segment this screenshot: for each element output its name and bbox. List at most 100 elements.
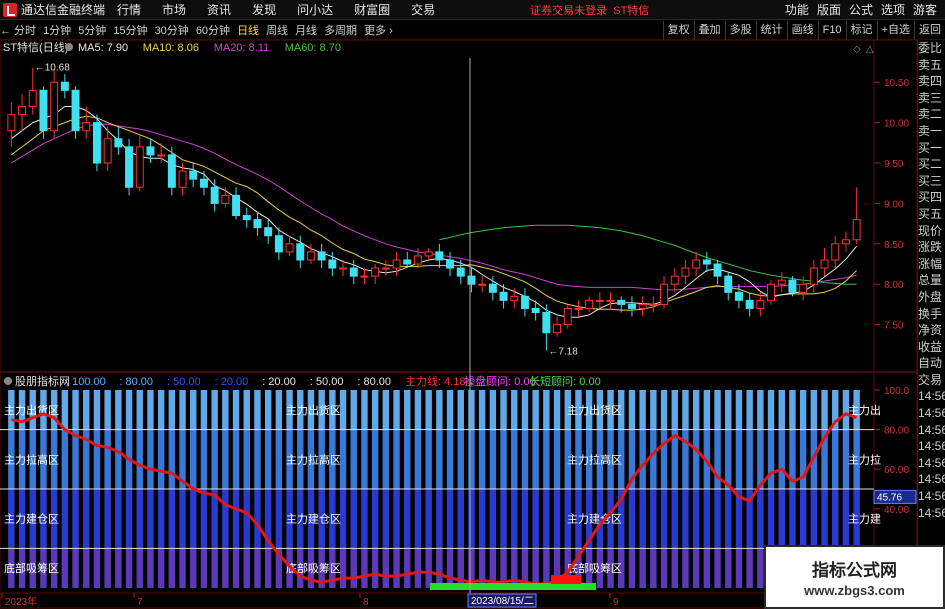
chart-tool-button[interactable]: 统计 [755, 20, 787, 40]
zone-column [511, 548, 518, 588]
chart-tool-button[interactable]: 返回 [914, 20, 945, 40]
zone-column [692, 489, 700, 549]
zone-column [639, 390, 646, 430]
period-tab[interactable]: 周线 [266, 22, 288, 38]
period-tab[interactable]: ← 分时 [0, 22, 36, 38]
zone-column [404, 429, 411, 489]
zone-column [767, 489, 775, 549]
menu-item-formula[interactable]: 公式 [849, 1, 873, 18]
kline-chart[interactable]: ST特信(日线) MA5: 7.90 MA10: 8.06 MA20: 8.11 MA6… [0, 40, 917, 609]
time-tick-label: 2023年 [5, 595, 37, 608]
chart-tool-button[interactable]: 画线 [786, 20, 818, 40]
zone-column [832, 489, 839, 549]
menu-item-options[interactable]: 选项 [881, 1, 905, 18]
menu-item-quotes[interactable]: 行情 [117, 1, 141, 18]
menu-item-market[interactable]: 市场 [162, 1, 186, 18]
indicator-param: 操盘顾问: 0.00 [464, 374, 536, 388]
indicator-param: : 80.00 [119, 376, 153, 388]
candle-body [692, 259, 701, 269]
zone-column [489, 489, 497, 549]
period-tab[interactable]: 5分钟 [78, 22, 106, 38]
candle-body [435, 251, 444, 261]
zone-column [147, 548, 154, 588]
period-tab[interactable]: 60分钟 [196, 22, 230, 38]
candle-body [745, 299, 754, 309]
zone-column [104, 489, 111, 549]
zone-column [147, 489, 154, 549]
zone-column [671, 390, 678, 430]
zone-column [425, 489, 432, 549]
period-tab[interactable]: 多周期 [324, 22, 357, 38]
quote-field-label: 14:56 [918, 422, 945, 437]
chart-tool-button[interactable]: 叠加 [693, 20, 725, 40]
chart-tool-button[interactable]: +自选 [876, 20, 914, 40]
chart-tool-button[interactable]: 多股 [724, 20, 756, 40]
collapse-icon: ◇ [853, 44, 861, 55]
zone-label: 主力出货区 [4, 403, 59, 417]
zone-column [650, 548, 657, 588]
zone-column [757, 489, 764, 549]
zone-column [735, 390, 743, 430]
menu-item-function[interactable]: 功能 [785, 1, 809, 18]
zone-column [468, 390, 475, 430]
menu-item-trade[interactable]: 交易 [411, 1, 435, 18]
high-price-label: ←10.68 [35, 63, 70, 74]
ma-label: MA10: 8.06 [143, 42, 199, 54]
candle-body [767, 283, 776, 301]
menu-item-layout[interactable]: 版面 [817, 1, 841, 18]
zone-column [521, 489, 529, 549]
indicator-tick-label: 40.00 [884, 505, 909, 516]
zone-column [243, 489, 250, 549]
zone-column [789, 489, 796, 549]
zone-label: 主力拉高区 [4, 452, 59, 466]
zone-column [211, 390, 218, 430]
menu-item-ask[interactable]: 问小达 [297, 1, 333, 18]
zone-column [446, 429, 454, 489]
zone-column [136, 390, 143, 430]
chart-tool-button[interactable]: 标记 [845, 20, 877, 40]
indicator-param: : 100.00 [66, 376, 106, 388]
zone-column [735, 548, 743, 588]
zone-column [371, 489, 379, 549]
quote-field-label: 卖五 [918, 57, 943, 72]
zone-column [350, 489, 357, 549]
zone-column [93, 429, 101, 489]
period-tab[interactable]: 更多 › [364, 22, 393, 38]
candle-body [563, 307, 572, 326]
quote-field-label: 涨跌 [918, 240, 943, 255]
zone-column [243, 429, 250, 489]
period-tab[interactable]: 月线 [295, 22, 317, 38]
candle-body [553, 324, 562, 334]
stock-name: ST特信 [613, 4, 650, 17]
period-tab[interactable]: 日线 [237, 22, 259, 38]
chart-tool-button[interactable]: F10 [817, 20, 846, 40]
guest-button[interactable]: 游客 [913, 1, 937, 18]
settings-dot-icon [65, 43, 73, 51]
period-tab[interactable]: 15分钟 [113, 22, 147, 38]
zone-column [553, 489, 561, 549]
candle-body [349, 267, 358, 277]
zone-column [361, 489, 368, 549]
price-tick-label: 9.00 [884, 199, 904, 210]
quote-field-label: 卖四 [918, 74, 943, 89]
period-tab[interactable]: 30分钟 [155, 22, 189, 38]
quote-panel: 委比 卖五 卖四 卖三 卖二 卖一 买一 买二 买三 买四 买五 现价 涨跌 涨幅 总量 外盘 换手 净资 收益 自动… [917, 40, 945, 609]
zone-column [639, 429, 646, 489]
candle-body [50, 81, 59, 132]
menu-item-discover[interactable]: 发现 [252, 1, 276, 18]
candle-body [585, 299, 594, 309]
chart-tool-button[interactable]: 复权 [662, 20, 694, 40]
candle-body [232, 194, 241, 217]
login-status[interactable]: 证券交易未登录 ST特信 [530, 2, 649, 18]
period-tab[interactable]: 1分钟 [43, 22, 71, 38]
candle-body [360, 275, 369, 278]
zone-column [703, 390, 711, 430]
signal-bar-red [551, 575, 581, 584]
menu-item-news[interactable]: 资讯 [207, 1, 231, 18]
menu-item-wealth[interactable]: 财富圈 [354, 1, 390, 18]
candle-body [542, 311, 551, 334]
app-title: 通达信金融终端 [21, 3, 106, 17]
zone-column [136, 489, 143, 549]
zone-column [799, 489, 807, 549]
zone-label: 主力建仓区 [567, 512, 622, 526]
